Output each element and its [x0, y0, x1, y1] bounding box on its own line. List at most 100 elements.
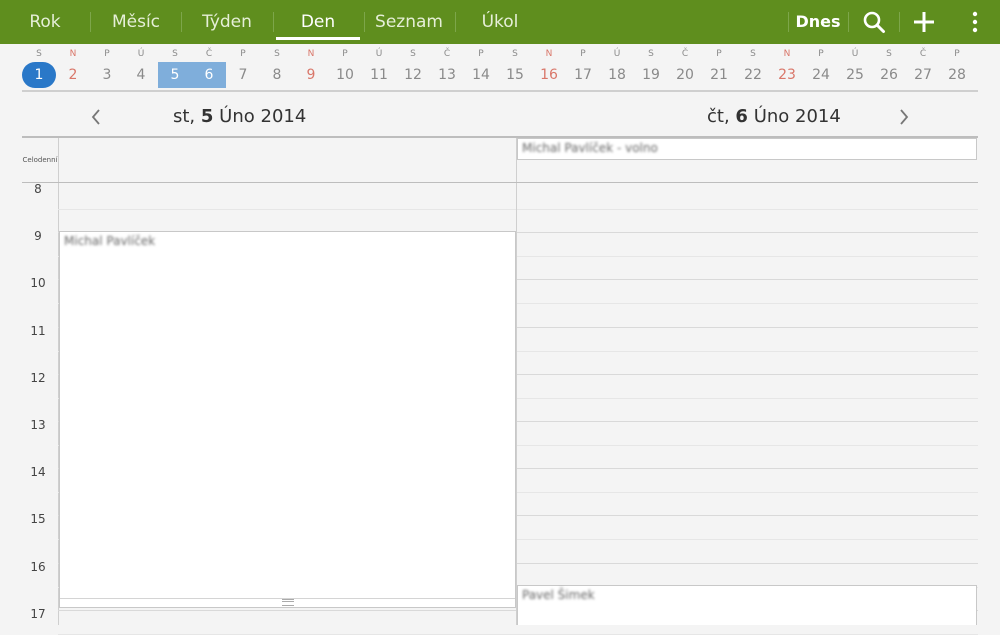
date-strip-day[interactable]: N 23: [770, 48, 804, 90]
date-strip-day[interactable]: N9: [294, 48, 328, 90]
day-header-day: 5: [200, 106, 214, 127]
day-number: 26: [880, 67, 898, 83]
all-day-event[interactable]: Michal Pavlíček - volno: [517, 138, 977, 160]
action-divider: [848, 12, 849, 32]
today-button[interactable]: Dnes: [794, 0, 842, 44]
date-strip-day[interactable]: P 17: [566, 48, 600, 90]
event-title: Michal Pavlíček - volno: [522, 141, 658, 155]
tab-divider: [455, 12, 456, 32]
weekday-initial: N: [69, 49, 77, 59]
hour-label: 8: [34, 182, 42, 196]
event-block[interactable]: Michal Pavlíček: [59, 231, 516, 608]
tab-day-label: Den: [300, 12, 336, 32]
date-strip-day[interactable]: Č 27: [906, 48, 940, 90]
date-strip-day[interactable]: S 15: [498, 48, 532, 90]
day-number: 13: [438, 67, 456, 83]
date-strip-day[interactable]: Ú4: [124, 48, 158, 90]
weekday-initial: Č: [205, 49, 213, 59]
next-day-button[interactable]: [892, 103, 916, 131]
tab-week-label: Týden: [202, 12, 252, 32]
top-app-bar: Rok Měsíc Týden Den Seznam Úkol Dnes: [0, 0, 1000, 44]
date-strip-day[interactable]: Ú 18: [600, 48, 634, 90]
date-strip-day[interactable]: S 22: [736, 48, 770, 90]
day-column-divider: [516, 138, 517, 625]
resize-handle-icon[interactable]: [281, 599, 294, 606]
action-divider: [899, 12, 900, 32]
weekday-initial: S: [410, 49, 416, 59]
weekday-initial: P: [818, 49, 824, 59]
date-strip-day[interactable]: Ú 11: [362, 48, 396, 90]
date-strip-day[interactable]: S8: [260, 48, 294, 90]
date-strip-day[interactable]: S5: [158, 48, 192, 90]
overflow-menu-button[interactable]: [955, 0, 995, 44]
action-divider: [788, 12, 789, 32]
day-number: 5: [158, 62, 192, 88]
weekday-initial: P: [580, 49, 586, 59]
tab-month[interactable]: Měsíc: [98, 0, 174, 44]
date-strip-day[interactable]: P 14: [464, 48, 498, 90]
tab-divider: [273, 12, 274, 32]
date-strip-day[interactable]: Č 20: [668, 48, 702, 90]
day-number: 8: [272, 67, 282, 83]
tab-year[interactable]: Rok: [8, 0, 82, 44]
tab-year-label: Rok: [29, 12, 61, 32]
date-strip-day[interactable]: Č 13: [430, 48, 464, 90]
date-strip-day[interactable]: S1: [22, 48, 56, 90]
event-block[interactable]: Pavel Šimek: [517, 585, 977, 625]
day-number: 19: [642, 67, 660, 83]
date-strip-day[interactable]: Ú 25: [838, 48, 872, 90]
previous-day-button[interactable]: [84, 103, 108, 131]
date-strip-day[interactable]: P7: [226, 48, 260, 90]
overflow-menu-icon: [972, 11, 978, 33]
day-number: 6: [192, 62, 226, 88]
weekday-initial: S: [36, 49, 42, 59]
weekday-initial: Č: [443, 49, 451, 59]
weekday-initial: P: [478, 49, 484, 59]
tab-divider: [181, 12, 182, 32]
tab-divider: [90, 12, 91, 32]
search-icon: [863, 11, 885, 33]
date-strip-day[interactable]: S 19: [634, 48, 668, 90]
weekday-initial: P: [104, 49, 110, 59]
day-grid[interactable]: 17 16 15 14 13 12 11 10 9 8 Celodenní Michal Pavl…: [22, 138, 978, 635]
date-strip-day[interactable]: P 10: [328, 48, 362, 90]
tab-task[interactable]: Úkol: [462, 0, 538, 44]
hour-label: 13: [30, 418, 46, 432]
weekday-initial: S: [274, 49, 280, 59]
date-strip-day[interactable]: S 12: [396, 48, 430, 90]
weekday-initial: S: [172, 49, 178, 59]
date-strip: S 1 N 2 P 3 Ú 4 S 5 Č 6 P 7 S 8 N 9 P 10 Ú 11 S 12 Č 13 P 14 S 15 N 16 P…: [22, 48, 978, 90]
day-number: 12: [404, 67, 422, 83]
day-number: 10: [336, 67, 354, 83]
day-number: 28: [948, 67, 966, 83]
date-strip-day[interactable]: P 24: [804, 48, 838, 90]
date-strip-day[interactable]: P3: [90, 48, 124, 90]
tab-week[interactable]: Týden: [188, 0, 266, 44]
day-number: 11: [370, 67, 388, 83]
date-strip-day[interactable]: N2: [56, 48, 90, 90]
day-number: 14: [472, 67, 490, 83]
tab-day[interactable]: Den: [276, 0, 360, 44]
hour-label: 17: [30, 607, 46, 621]
day-number: 18: [608, 67, 626, 83]
day-header-weekday: čt,: [707, 106, 730, 127]
date-strip-day[interactable]: P 28: [940, 48, 974, 90]
date-strip-day[interactable]: N 16: [532, 48, 566, 90]
weekday-initial: P: [342, 49, 348, 59]
date-strip-day[interactable]: Č6: [192, 48, 226, 90]
day-number: 4: [136, 67, 146, 83]
weekday-initial: Ú: [137, 49, 145, 59]
hour-label: 9: [34, 229, 42, 243]
weekday-initial: Č: [919, 49, 927, 59]
all-day-column-divider: [58, 138, 59, 182]
weekday-initial: N: [307, 49, 315, 59]
search-button[interactable]: [852, 0, 896, 44]
date-strip-day[interactable]: S 26: [872, 48, 906, 90]
tab-list[interactable]: Seznam: [366, 0, 452, 44]
date-strip-day[interactable]: P 21: [702, 48, 736, 90]
weekday-initial: N: [783, 49, 791, 59]
add-event-button[interactable]: [902, 0, 946, 44]
event-title: Pavel Šimek: [522, 588, 595, 602]
half-hour-line: [58, 209, 978, 210]
weekday-initial: Ú: [851, 49, 859, 59]
